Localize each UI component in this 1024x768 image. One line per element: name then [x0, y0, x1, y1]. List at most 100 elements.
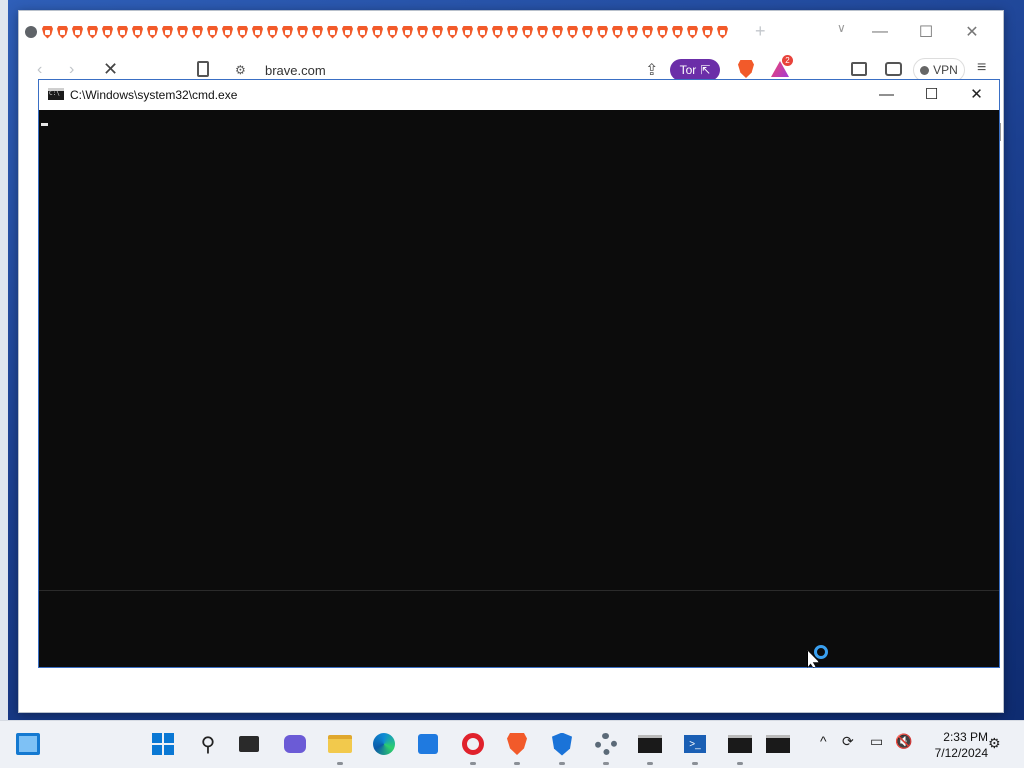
browser-tab[interactable] [535, 22, 550, 42]
browser-tab[interactable] [430, 22, 445, 42]
sync-icon[interactable]: ⟳ [842, 733, 854, 750]
browser-tab[interactable] [55, 22, 70, 42]
search-button[interactable]: ⚲ [195, 731, 221, 757]
browser-tab[interactable] [85, 22, 100, 42]
powershell-button[interactable]: >_ [682, 731, 708, 757]
network-icon[interactable]: ▭ [870, 733, 883, 750]
browser-tab[interactable] [295, 22, 310, 42]
volume-muted-icon[interactable]: 🔇 [895, 733, 912, 750]
show-hidden-icons-chevron-icon[interactable]: ^ [820, 733, 827, 749]
browser-tab[interactable] [655, 22, 670, 42]
bookmark-icon[interactable] [197, 61, 209, 77]
browser-tab[interactable] [190, 22, 205, 42]
browser-tab[interactable] [220, 22, 235, 42]
cmd-minimize-button[interactable]: — [864, 80, 909, 108]
browser-tab[interactable] [520, 22, 535, 42]
browser-tab[interactable] [145, 22, 160, 42]
browser-tab[interactable] [595, 22, 610, 42]
task-view-button[interactable] [236, 731, 262, 757]
settings-button[interactable] [593, 731, 619, 757]
brave-favicon-icon [357, 25, 368, 39]
globe-icon[interactable] [25, 26, 37, 38]
cmd-app-icon [48, 88, 64, 100]
file-explorer-button[interactable] [327, 731, 353, 757]
browser-tab[interactable] [415, 22, 430, 42]
browser-tab[interactable] [340, 22, 355, 42]
browser-tab[interactable] [385, 22, 400, 42]
widgets-button[interactable] [15, 731, 41, 757]
browser-tab[interactable] [355, 22, 370, 42]
notification-icon[interactable]: ⚙ [988, 735, 1001, 752]
close-button[interactable]: ✕ [949, 19, 995, 45]
terminal-button-3[interactable] [765, 731, 791, 757]
browser-tab[interactable] [130, 22, 145, 42]
browser-tab[interactable] [235, 22, 250, 42]
browser-tab[interactable] [160, 22, 175, 42]
brave-favicon-icon [702, 25, 713, 39]
start-button[interactable] [150, 731, 176, 757]
tor-label: Tor [679, 63, 697, 77]
browser-tab[interactable] [460, 22, 475, 42]
clock[interactable]: 2:33 PM 7/12/2024 [920, 729, 988, 761]
cmd-close-button[interactable]: ✕ [954, 80, 999, 108]
new-tab-button[interactable]: + [755, 21, 766, 42]
forward-button[interactable]: › [69, 61, 74, 79]
shield-icon [552, 732, 572, 756]
rewards-badge: 2 [782, 55, 793, 66]
store-button[interactable] [415, 731, 441, 757]
brave-favicon-icon [147, 25, 158, 39]
browser-tab[interactable] [580, 22, 595, 42]
sidebar-toggle-icon[interactable] [851, 62, 867, 76]
browser-tab[interactable] [685, 22, 700, 42]
minimize-button[interactable]: — [857, 19, 903, 45]
browser-tab[interactable] [700, 22, 715, 42]
cmd-titlebar[interactable]: C:\Windows\system32\cmd.exe — ☐ ✕ [39, 80, 999, 110]
opera-button[interactable] [460, 731, 486, 757]
vpn-status-dot [920, 65, 930, 75]
browser-tab[interactable] [475, 22, 490, 42]
browser-tab[interactable] [505, 22, 520, 42]
browser-tab[interactable] [670, 22, 685, 42]
share-icon[interactable]: ⇪ [645, 60, 658, 80]
browser-tab[interactable] [115, 22, 130, 42]
site-settings-icon[interactable]: ⚙ [235, 63, 246, 77]
browser-tab[interactable] [325, 22, 340, 42]
back-button[interactable]: ‹ [37, 61, 42, 79]
cmd-window[interactable]: C:\Windows\system32\cmd.exe — ☐ ✕ [38, 79, 1000, 668]
browser-tab[interactable] [310, 22, 325, 42]
brave-shields-icon[interactable] [738, 60, 754, 78]
terminal-button-2[interactable] [727, 731, 753, 757]
browser-tab[interactable] [625, 22, 640, 42]
browser-tab[interactable] [265, 22, 280, 42]
brave-button[interactable] [504, 731, 530, 757]
edge-button[interactable] [371, 731, 397, 757]
cmd-maximize-button[interactable]: ☐ [909, 80, 954, 108]
browser-tab[interactable] [445, 22, 460, 42]
browser-tab[interactable] [640, 22, 655, 42]
browser-tab[interactable] [100, 22, 115, 42]
defender-button[interactable] [549, 731, 575, 757]
browser-tab[interactable] [400, 22, 415, 42]
browser-tab[interactable] [250, 22, 265, 42]
tab-search-button[interactable]: ∨ [837, 21, 846, 35]
browser-tab[interactable] [550, 22, 565, 42]
browser-tab[interactable] [715, 22, 730, 42]
tor-button[interactable]: Tor ⇱ [670, 59, 720, 81]
browser-tab[interactable] [490, 22, 505, 42]
teams-chat-button[interactable] [282, 731, 308, 757]
browser-tab[interactable] [40, 22, 55, 42]
browser-tab[interactable] [370, 22, 385, 42]
browser-tab[interactable] [205, 22, 220, 42]
brave-rewards-button[interactable]: 2 [771, 55, 793, 77]
browser-tab[interactable] [565, 22, 580, 42]
browser-tab[interactable] [175, 22, 190, 42]
address-bar-url[interactable]: brave.com [265, 63, 326, 78]
maximize-button[interactable]: ☐ [903, 19, 949, 45]
browser-tab[interactable] [280, 22, 295, 42]
menu-icon[interactable]: ≡ [977, 59, 986, 77]
terminal-button-1[interactable] [637, 731, 663, 757]
browser-tab[interactable] [610, 22, 625, 42]
wallet-icon[interactable] [885, 62, 902, 76]
browser-tab[interactable] [70, 22, 85, 42]
stop-loading-button[interactable]: ✕ [103, 59, 118, 80]
